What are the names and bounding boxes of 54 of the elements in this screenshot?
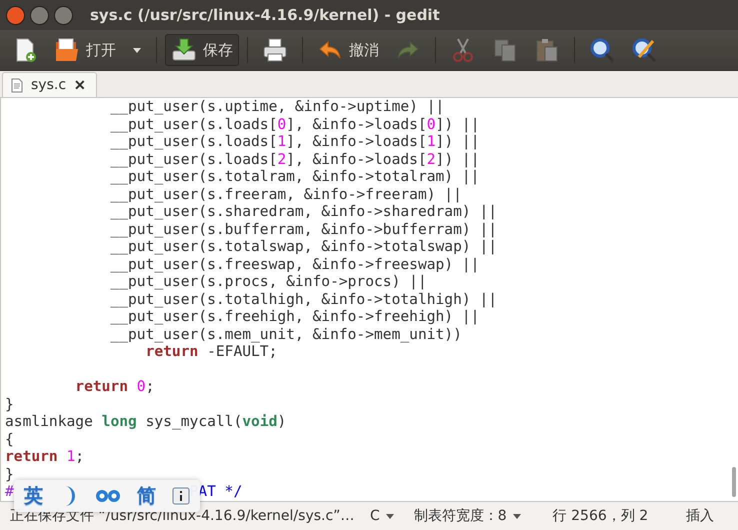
code-line: __put_user(s.procs, &info->procs) || [110,273,427,290]
code-line: return -EFAULT; [146,343,278,360]
minimize-button[interactable] [30,6,49,24]
code-line: __put_user(s.totalram, &info->totalram) || [110,168,480,186]
code-line: return 1; [5,448,84,466]
maximize-button[interactable] [54,6,73,24]
scissors-icon [450,37,476,63]
clipboard-icon [534,37,560,63]
code-line: } [5,396,14,413]
tab-width-selector[interactable]: 制表符宽度：8 [404,507,531,525]
scrollbar-thumb[interactable] [732,467,736,497]
status-message: 正在保存文件 “/usr/src/linux-4.16.9/kernel/sys.c”… [9,507,356,525]
code-line: } [5,466,14,483]
code-line: __put_user(s.sharedram, &info->sharedram) || [110,203,498,220]
code-line: __put_user(s.loads[1], &info->loads[1]) || [110,133,480,150]
file-tab[interactable]: sys.c ✕ [2,72,98,97]
code-line: __put_user(s.mem_unit, &info->mem_unit)) [110,326,462,343]
info-icon[interactable] [172,487,190,505]
code-line: { [5,430,14,448]
open-button[interactable]: 打开 [48,34,122,66]
code-fragment: # [5,483,14,500]
code-line: __put_user(s.freeram, &info->freeram) || [110,186,462,203]
caret-icon [512,512,521,520]
download-drive-icon [171,37,197,63]
search-icon [589,37,615,63]
input-mode-button[interactable]: 英 [24,483,43,509]
cursor-position: 行 2566，列 2 [552,507,650,525]
code-line: __put_user(s.bufferram, &info->bufferram) || [110,220,498,238]
code-line: __put_user(s.uptime, &info->uptime) || [110,98,444,116]
copy-icon [492,37,518,63]
code-line: asmlinkage long sys_mycall(void) [5,413,286,430]
code-line: return 0; [75,378,154,396]
close-button[interactable] [6,6,25,24]
code-line: __put_user(s.loads[0], &info->loads[0]) || [110,116,480,133]
close-tab-button[interactable]: ✕ [74,77,86,93]
tab-label: sys.c [31,77,66,93]
folder-icon [54,37,80,63]
search-replace-icon [631,37,657,63]
text-file-icon [11,78,23,92]
code-line: __put_user(s.totalhigh, &info->totalhigh) || [110,290,498,308]
punctuation-icon[interactable] [95,488,121,504]
caret-icon [386,512,394,520]
code-line: __put_user(s.loads[2], &info->loads[2]) || [110,150,480,168]
printer-icon [262,37,288,63]
input-mode-button[interactable]: 简 [137,483,156,509]
code-line: __put_user(s.freeswap, &info->freeswap) || [110,256,480,273]
insert-mode: 插入 [685,507,716,525]
save-button[interactable]: 保存 [165,34,239,66]
code-line: __put_user(s.totalswap, &info->totalswap) || [110,238,498,256]
window-title: sys.c (/usr/src/linux-4.16.9/kernel) - gedit [90,6,440,24]
caret-icon [132,45,142,55]
code-line: __put_user(s.freehigh, &info->freehigh) || [110,308,480,326]
language-selector[interactable]: C [360,508,404,524]
undo-button[interactable]: 撤消 [311,34,385,66]
